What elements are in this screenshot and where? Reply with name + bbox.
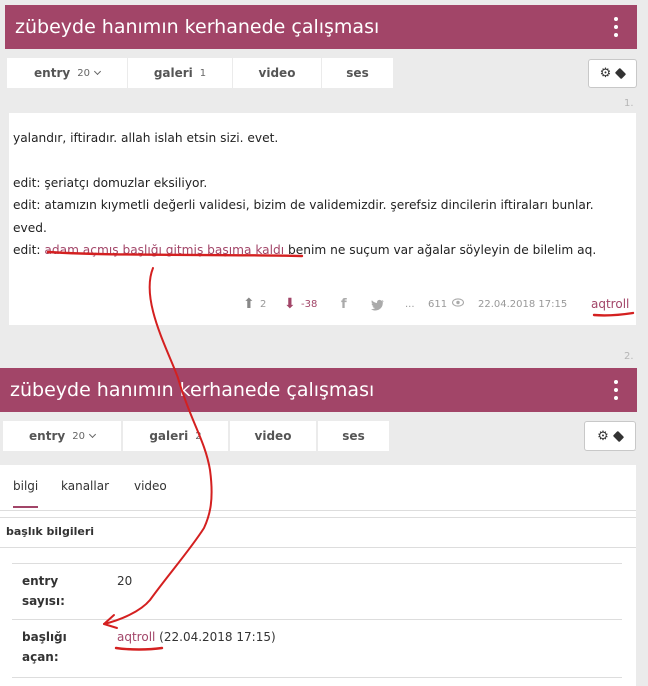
divider	[12, 677, 622, 678]
tab-count: 2	[195, 430, 202, 442]
gear-icon: ⚙	[599, 66, 612, 81]
tab-label: galeri	[153, 66, 193, 80]
topic-header-2: zübeyde hanımın kerhanede çalışması	[0, 368, 637, 412]
tab-galeri[interactable]: galeri 1	[128, 58, 232, 88]
tab-label: ses	[346, 66, 369, 80]
entry-content: yalandır, iftiradır. allah islah etsin s…	[13, 127, 625, 262]
up-arrow-icon[interactable]: ⬆	[243, 296, 255, 312]
upvote-count: 2	[260, 299, 267, 310]
tab-label: video	[254, 429, 292, 443]
tab-label: entry	[34, 66, 71, 80]
tab-video[interactable]: video	[230, 421, 316, 451]
divider	[0, 547, 636, 548]
entry-line: yalandır, iftiradır. allah islah etsin s…	[13, 131, 279, 145]
divider	[12, 563, 622, 564]
info-title: başlık bilgileri	[6, 525, 95, 538]
tag-icon	[612, 430, 624, 442]
chevron-down-icon	[93, 67, 101, 76]
topic-info-panel: bilgi kanallar video başlık bilgileri en…	[0, 465, 636, 686]
down-arrow-icon[interactable]: ⬇	[284, 296, 296, 312]
entry-number: 1.	[624, 98, 634, 109]
tab-ses[interactable]: ses	[318, 421, 389, 451]
tag-icon	[615, 67, 627, 80]
chevron-down-icon	[88, 430, 96, 439]
entry-edit-1: edit: şeriatçı domuzlar eksiliyor.	[13, 175, 208, 190]
entry-card: yalandır, iftiradır. allah islah etsin s…	[9, 113, 636, 325]
entry-count-value: 20	[117, 574, 133, 588]
tab-count: 1	[199, 67, 207, 79]
tab-label: ses	[342, 429, 365, 443]
tab-galeri[interactable]: galeri 2	[123, 421, 228, 451]
creator-label: başlığı açan:	[22, 627, 67, 667]
topic-link[interactable]: adam açmış başlığı gitmiş başıma kaldı	[44, 243, 284, 257]
entry-author[interactable]: aqtroll	[591, 297, 629, 311]
tools-button[interactable]: ⚙	[588, 59, 637, 88]
more-menu[interactable]: ...	[405, 299, 415, 310]
edit-prefix: edit:	[13, 243, 45, 257]
downvote-count: -38	[301, 299, 318, 310]
eye-icon	[451, 298, 465, 310]
entry-edit-2: edit: atamızın kıymetli değerli validesi…	[13, 198, 594, 235]
entry-footer: ⬆ 2 ⬇ -38 f ... 611 22.04.2018 17:15 aqt…	[9, 296, 636, 316]
creator-value: aqtroll (22.04.2018 17:15)	[117, 627, 276, 647]
tools-button[interactable]: ⚙	[584, 421, 636, 451]
label-line: entry	[22, 574, 59, 588]
kebab-menu-icon[interactable]	[613, 17, 619, 41]
tab-count: 20	[77, 67, 90, 79]
view-count: 611	[428, 299, 448, 310]
topic-title[interactable]: zübeyde hanımın kerhanede çalışması	[0, 379, 374, 401]
tab-label: entry	[29, 429, 66, 443]
kebab-menu-icon[interactable]	[613, 380, 619, 404]
label-line: başlığı	[22, 630, 67, 644]
creator-date: (22.04.2018 17:15)	[155, 630, 276, 644]
twitter-icon[interactable]	[371, 299, 385, 311]
tab-entry[interactable]: entry 20	[7, 58, 127, 88]
tab-label: galeri	[149, 429, 189, 443]
label-line: açan:	[22, 650, 59, 664]
tab-count: 20	[72, 430, 85, 442]
creator-link[interactable]: aqtroll	[117, 630, 155, 644]
subtab-kanallar[interactable]: kanallar	[61, 479, 109, 493]
info-subtabs: bilgi kanallar video	[0, 465, 636, 511]
divider	[12, 619, 622, 620]
subtab-bilgi[interactable]: bilgi	[13, 479, 39, 508]
label-line: sayısı:	[22, 594, 65, 608]
entry-number: 2.	[624, 351, 634, 362]
tab-ses[interactable]: ses	[322, 58, 393, 88]
gear-icon: ⚙	[597, 428, 609, 444]
subtab-video[interactable]: video	[134, 479, 167, 493]
divider	[0, 517, 636, 518]
edit-suffix: benim ne suçum var ağalar söyleyin de bi…	[284, 243, 597, 257]
entry-edit-3: edit: adam açmış başlığı gitmiş başıma k…	[13, 239, 625, 262]
tab-label: video	[258, 66, 296, 80]
tab-entry[interactable]: entry 20	[3, 421, 121, 451]
entry-count-label: entry sayısı:	[22, 571, 65, 611]
tab-video[interactable]: video	[233, 58, 321, 88]
entry-date[interactable]: 22.04.2018 17:15	[478, 299, 567, 310]
topic-header-1: zübeyde hanımın kerhanede çalışması	[5, 5, 637, 49]
topic-title[interactable]: zübeyde hanımın kerhanede çalışması	[5, 16, 379, 38]
facebook-icon[interactable]: f	[341, 297, 347, 312]
